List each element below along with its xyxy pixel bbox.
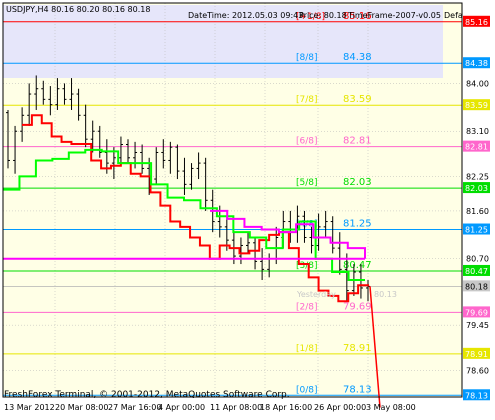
- last-price-tag-label: 80.18: [465, 282, 488, 291]
- yesterday-value-label: 80.13: [374, 290, 397, 299]
- x-tick-label: 3 May 08:00: [366, 403, 416, 412]
- copyright-label: FreshForex Terminal, © 2001-2012, MetaQu…: [4, 390, 290, 400]
- y-tick-label: 78.60: [466, 366, 489, 375]
- x-tick-label: 18 Apr 16:00: [260, 403, 312, 412]
- price-scale-tag-label: 84.38: [465, 59, 488, 68]
- info-timeframe: TimeFrame-2007-v0.05: [347, 11, 441, 20]
- y-tick-label: 84.00: [466, 79, 489, 88]
- x-tick-label: 27 Mar 16:00: [108, 403, 161, 412]
- symbol-info: USDJPY,H4 80.16 80.20 80.16 80.18: [6, 5, 150, 14]
- y-tick-label: 81.60: [466, 207, 489, 216]
- price-scale-tag-label: 80.47: [465, 267, 488, 276]
- price-scale-tag-label: 78.13: [465, 391, 488, 400]
- murrey-level-value: 78.91: [343, 343, 372, 354]
- price-scale-tag-label: 82.81: [465, 143, 488, 152]
- y-tick-label: 80.70: [466, 255, 489, 264]
- murrey-level-value: 82.81: [343, 136, 372, 147]
- price-scale-tag-label: 79.69: [465, 308, 488, 317]
- price-scale-tag-label: 81.25: [465, 226, 488, 235]
- info-datetime: DateTime: 2012.05.03 09:43: [188, 11, 303, 20]
- price-scale-tag-label: 78.91: [465, 350, 488, 359]
- murrey-level-label: [6/8]: [296, 137, 318, 147]
- price-scale-tag-label: 85.16: [465, 18, 488, 27]
- price-chart[interactable]: [+1/8] 85.16[8/8] 84.38[7/8] 83.59[6/8] 82.8…: [0, 0, 495, 416]
- yesterday-label: Yesterday: [296, 290, 336, 299]
- murrey-level-label: [7/8]: [296, 95, 318, 105]
- x-tick-label: 11 Apr 08:00: [210, 403, 262, 412]
- x-tick-label: 26 Apr 00:00: [314, 403, 366, 412]
- murrey-level-value: 84.38: [343, 52, 372, 63]
- murrey-level-label: [1/8]: [296, 344, 318, 354]
- x-tick-label: 13 Mar 2012: [4, 403, 55, 412]
- murrey-level-value: 83.59: [343, 94, 372, 105]
- mt4-chart-window[interactable]: [+1/8] 85.16 [8/8] 84.38 [7/8] 83.59 [6/8] 82.8…: [0, 0, 495, 416]
- y-tick-label: 79.45: [466, 321, 489, 330]
- murrey-level-value: 78.13: [343, 384, 372, 395]
- murrey-level-value: 82.03: [343, 177, 372, 188]
- murrey-level-label: [8/8]: [296, 53, 318, 63]
- y-tick-label: 82.25: [466, 172, 489, 181]
- murrey-level-label: [0/8]: [296, 385, 318, 395]
- info-defa: Defa: [444, 11, 463, 20]
- murrey-level-value: 79.69: [343, 301, 372, 312]
- price-scale-tag-label: 83.59: [465, 101, 488, 110]
- murrey-level-label: [2/8]: [296, 302, 318, 312]
- x-tick-label: 4 Apr 00:00: [158, 403, 205, 412]
- price-scale-tag-label: 82.03: [465, 184, 488, 193]
- y-tick-label: 83.10: [466, 127, 489, 136]
- info-price: Price: 80.18: [299, 11, 347, 20]
- x-tick-label: 20 Mar 08:00: [55, 403, 108, 412]
- murrey-level-label: [5/8]: [296, 178, 318, 188]
- murrey-level-value: 81.25: [343, 219, 372, 230]
